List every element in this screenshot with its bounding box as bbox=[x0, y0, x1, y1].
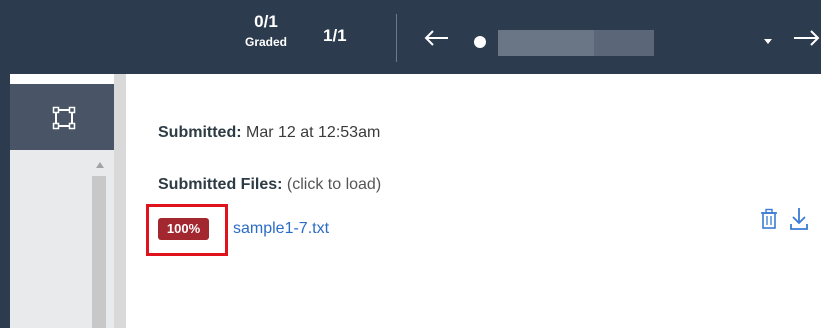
submitted-files-row: Submitted Files: (click to load) bbox=[158, 176, 381, 194]
submitted-files-label: Submitted Files: bbox=[158, 176, 283, 193]
status-dot-icon bbox=[474, 36, 486, 48]
submission-count: 1/1 bbox=[323, 26, 347, 45]
left-edge bbox=[0, 74, 10, 328]
arrow-left-icon[interactable] bbox=[422, 28, 452, 48]
graded-counter: 0/1 Graded bbox=[238, 12, 294, 50]
graded-label: Graded bbox=[244, 35, 287, 49]
submitted-row: Submitted: Mar 12 at 12:53am bbox=[158, 124, 380, 142]
left-panel-header bbox=[10, 84, 114, 150]
panel-divider[interactable] bbox=[114, 74, 126, 328]
arrow-right-icon[interactable] bbox=[790, 28, 821, 48]
progress-badge: 100% bbox=[158, 218, 209, 240]
scrollbar-thumb[interactable] bbox=[92, 176, 106, 328]
submission-details: Submitted: Mar 12 at 12:53am Submitted F… bbox=[126, 74, 821, 328]
graded-count: 0/1 bbox=[254, 12, 278, 31]
download-icon[interactable] bbox=[789, 206, 809, 232]
file-link[interactable]: sample1-7.txt bbox=[233, 218, 329, 240]
fullscreen-icon[interactable] bbox=[52, 106, 76, 130]
student-select[interactable] bbox=[498, 30, 654, 56]
submitted-files-hint: (click to load) bbox=[286, 176, 382, 193]
student-name-redacted bbox=[498, 30, 594, 56]
left-panel bbox=[10, 84, 114, 328]
header-divider bbox=[396, 14, 397, 62]
top-bar: 0/1 Graded 1/1 bbox=[0, 0, 821, 74]
caret-down-icon[interactable] bbox=[764, 39, 772, 44]
trash-icon[interactable] bbox=[760, 208, 778, 230]
submitted-label: Submitted: bbox=[158, 124, 242, 141]
scroll-up-icon[interactable] bbox=[96, 162, 104, 168]
submitted-date: Mar 12 at 12:53am bbox=[246, 124, 381, 141]
